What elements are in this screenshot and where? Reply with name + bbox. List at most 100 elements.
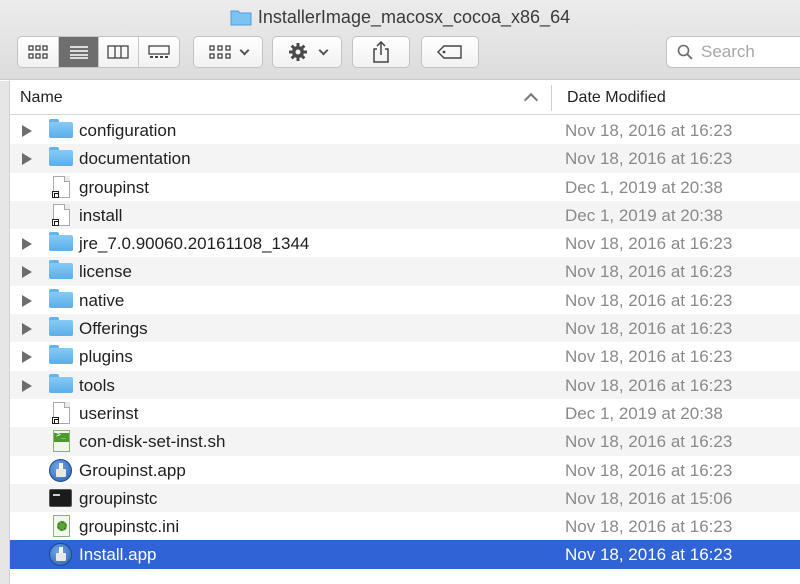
chevron-down-icon	[318, 45, 328, 55]
file-date-modified: Dec 1, 2019 at 20:38	[565, 403, 723, 423]
toolbar	[0, 36, 800, 70]
column-header-name[interactable]: Name	[20, 89, 63, 107]
disclosure-triangle-icon[interactable]	[22, 125, 32, 137]
file-row[interactable]: native Nov 18, 2016 at 16:23	[10, 286, 800, 314]
alias-document-icon	[49, 203, 73, 226]
disclosure-triangle-icon[interactable]	[22, 153, 32, 166]
file-name: jre_7.0.90060.20161108_1344	[79, 234, 310, 254]
file-row[interactable]: Groupinst.app Nov 18, 2016 at 16:23	[10, 456, 800, 484]
file-name: plugins	[79, 347, 133, 367]
alias-document-icon	[49, 401, 73, 424]
tag-button[interactable]	[421, 36, 479, 68]
file-row[interactable]: userinst Dec 1, 2019 at 20:38	[10, 399, 800, 427]
icon-view-button[interactable]	[18, 37, 60, 67]
file-row[interactable]: groupinstc.ini Nov 18, 2016 at 16:23	[10, 512, 800, 540]
file-row[interactable]: plugins Nov 18, 2016 at 16:23	[10, 342, 800, 370]
file-date-modified: Nov 18, 2016 at 16:23	[565, 290, 733, 310]
sort-ascending-icon	[523, 92, 539, 108]
disclosure-triangle-icon[interactable]	[22, 238, 32, 251]
view-switcher	[17, 36, 180, 68]
file-row[interactable]: groupinstc Nov 18, 2016 at 15:06	[10, 483, 800, 513]
folder-icon	[49, 374, 73, 396]
file-name: documentation	[79, 149, 191, 169]
disclosure-triangle-icon[interactable]	[22, 266, 32, 279]
file-row[interactable]: install Dec 1, 2019 at 20:38	[10, 200, 800, 230]
terminal-executable-icon	[49, 487, 73, 509]
file-name: groupinstc.ini	[79, 517, 180, 537]
file-row[interactable]: documentation Nov 18, 2016 at 16:23	[10, 144, 800, 173]
list-view-button[interactable]	[59, 37, 99, 67]
file-date-modified: Nov 18, 2016 at 15:06	[565, 488, 733, 508]
file-date-modified: Nov 18, 2016 at 16:23	[565, 432, 733, 452]
search-input[interactable]	[701, 42, 800, 62]
column-view-icon	[107, 45, 129, 59]
file-name: Offerings	[79, 319, 148, 339]
finder-toolbar: InstallerImage_macosx_cocoa_x86_64	[0, 0, 800, 80]
file-date-modified: Dec 1, 2019 at 20:38	[565, 205, 723, 225]
folder-icon	[49, 147, 73, 169]
file-row[interactable]: tools Nov 18, 2016 at 16:23	[10, 370, 800, 399]
folder-icon	[49, 119, 73, 141]
file-row[interactable]: Install.app Nov 18, 2016 at 16:23	[10, 540, 800, 569]
gallery-view-button[interactable]	[139, 37, 179, 67]
file-date-modified: Nov 18, 2016 at 16:23	[565, 121, 733, 140]
file-row[interactable]: con-disk-set-inst.sh Nov 18, 2016 at 16:2…	[10, 427, 800, 456]
file-list: Name Date Modified configuration Nov 18, …	[10, 81, 800, 584]
disclosure-triangle-icon[interactable]	[22, 323, 32, 336]
file-date-modified: Nov 18, 2016 at 16:23	[565, 347, 733, 367]
settings-file-icon	[49, 515, 73, 538]
tag-icon	[437, 45, 462, 59]
file-date-modified: Dec 1, 2019 at 20:38	[565, 177, 723, 197]
disclosure-triangle-icon[interactable]	[22, 351, 32, 364]
shell-script-icon	[49, 430, 73, 453]
search-icon	[677, 44, 693, 60]
chevron-down-icon	[239, 45, 249, 55]
column-divider[interactable]	[551, 85, 552, 111]
group-icon	[208, 45, 231, 59]
file-row[interactable]: configuration Nov 18, 2016 at 16:23	[10, 116, 800, 144]
icon-view-icon	[28, 45, 48, 59]
alias-document-icon	[49, 175, 73, 198]
file-date-modified: Nov 18, 2016 at 16:23	[565, 545, 733, 565]
file-date-modified: Nov 18, 2016 at 16:23	[565, 375, 733, 395]
file-name: Groupinst.app	[79, 460, 186, 480]
search-field[interactable]	[666, 36, 800, 68]
file-name: groupinst	[79, 177, 149, 197]
disclosure-triangle-icon[interactable]	[22, 294, 32, 307]
folder-icon	[49, 260, 73, 282]
file-date-modified: Nov 18, 2016 at 16:23	[565, 149, 733, 169]
file-name: native	[79, 290, 125, 310]
file-date-modified: Nov 18, 2016 at 16:23	[565, 262, 733, 282]
file-date-modified: Nov 18, 2016 at 16:23	[565, 319, 733, 339]
file-row[interactable]: Offerings Nov 18, 2016 at 16:23	[10, 314, 800, 343]
file-name: userinst	[79, 403, 139, 423]
file-name: groupinstc	[79, 488, 158, 508]
file-name: Install.app	[79, 545, 157, 565]
file-name: configuration	[79, 121, 177, 140]
file-row[interactable]: jre_7.0.90060.20161108_1344 Nov 18, 2016 …	[10, 229, 800, 257]
action-button[interactable]	[272, 36, 342, 68]
folder-icon	[49, 232, 73, 254]
column-view-button[interactable]	[99, 37, 139, 67]
folder-icon	[230, 9, 252, 26]
gear-icon	[288, 43, 307, 61]
disclosure-triangle-icon[interactable]	[22, 379, 32, 392]
file-date-modified: Nov 18, 2016 at 16:23	[565, 234, 733, 254]
window-title: InstallerImage_macosx_cocoa_x86_64	[0, 4, 800, 30]
group-button[interactable]	[193, 36, 263, 68]
gallery-view-icon	[148, 45, 170, 58]
file-name: license	[79, 262, 132, 282]
column-header-date-modified[interactable]: Date Modified	[567, 89, 666, 107]
file-date-modified: Nov 18, 2016 at 16:23	[565, 517, 733, 537]
list-header: Name Date Modified	[10, 81, 800, 115]
folder-icon	[49, 289, 73, 311]
file-row[interactable]: groupinst Dec 1, 2019 at 20:38	[10, 173, 800, 201]
share-button[interactable]	[352, 36, 410, 68]
installer-app-icon	[49, 543, 73, 567]
folder-icon	[49, 317, 73, 339]
file-row[interactable]: license Nov 18, 2016 at 16:23	[10, 257, 800, 286]
file-name: con-disk-set-inst.sh	[79, 432, 226, 452]
share-icon	[373, 41, 389, 63]
window-title-text: InstallerImage_macosx_cocoa_x86_64	[257, 6, 571, 27]
list-view-icon	[69, 46, 88, 59]
